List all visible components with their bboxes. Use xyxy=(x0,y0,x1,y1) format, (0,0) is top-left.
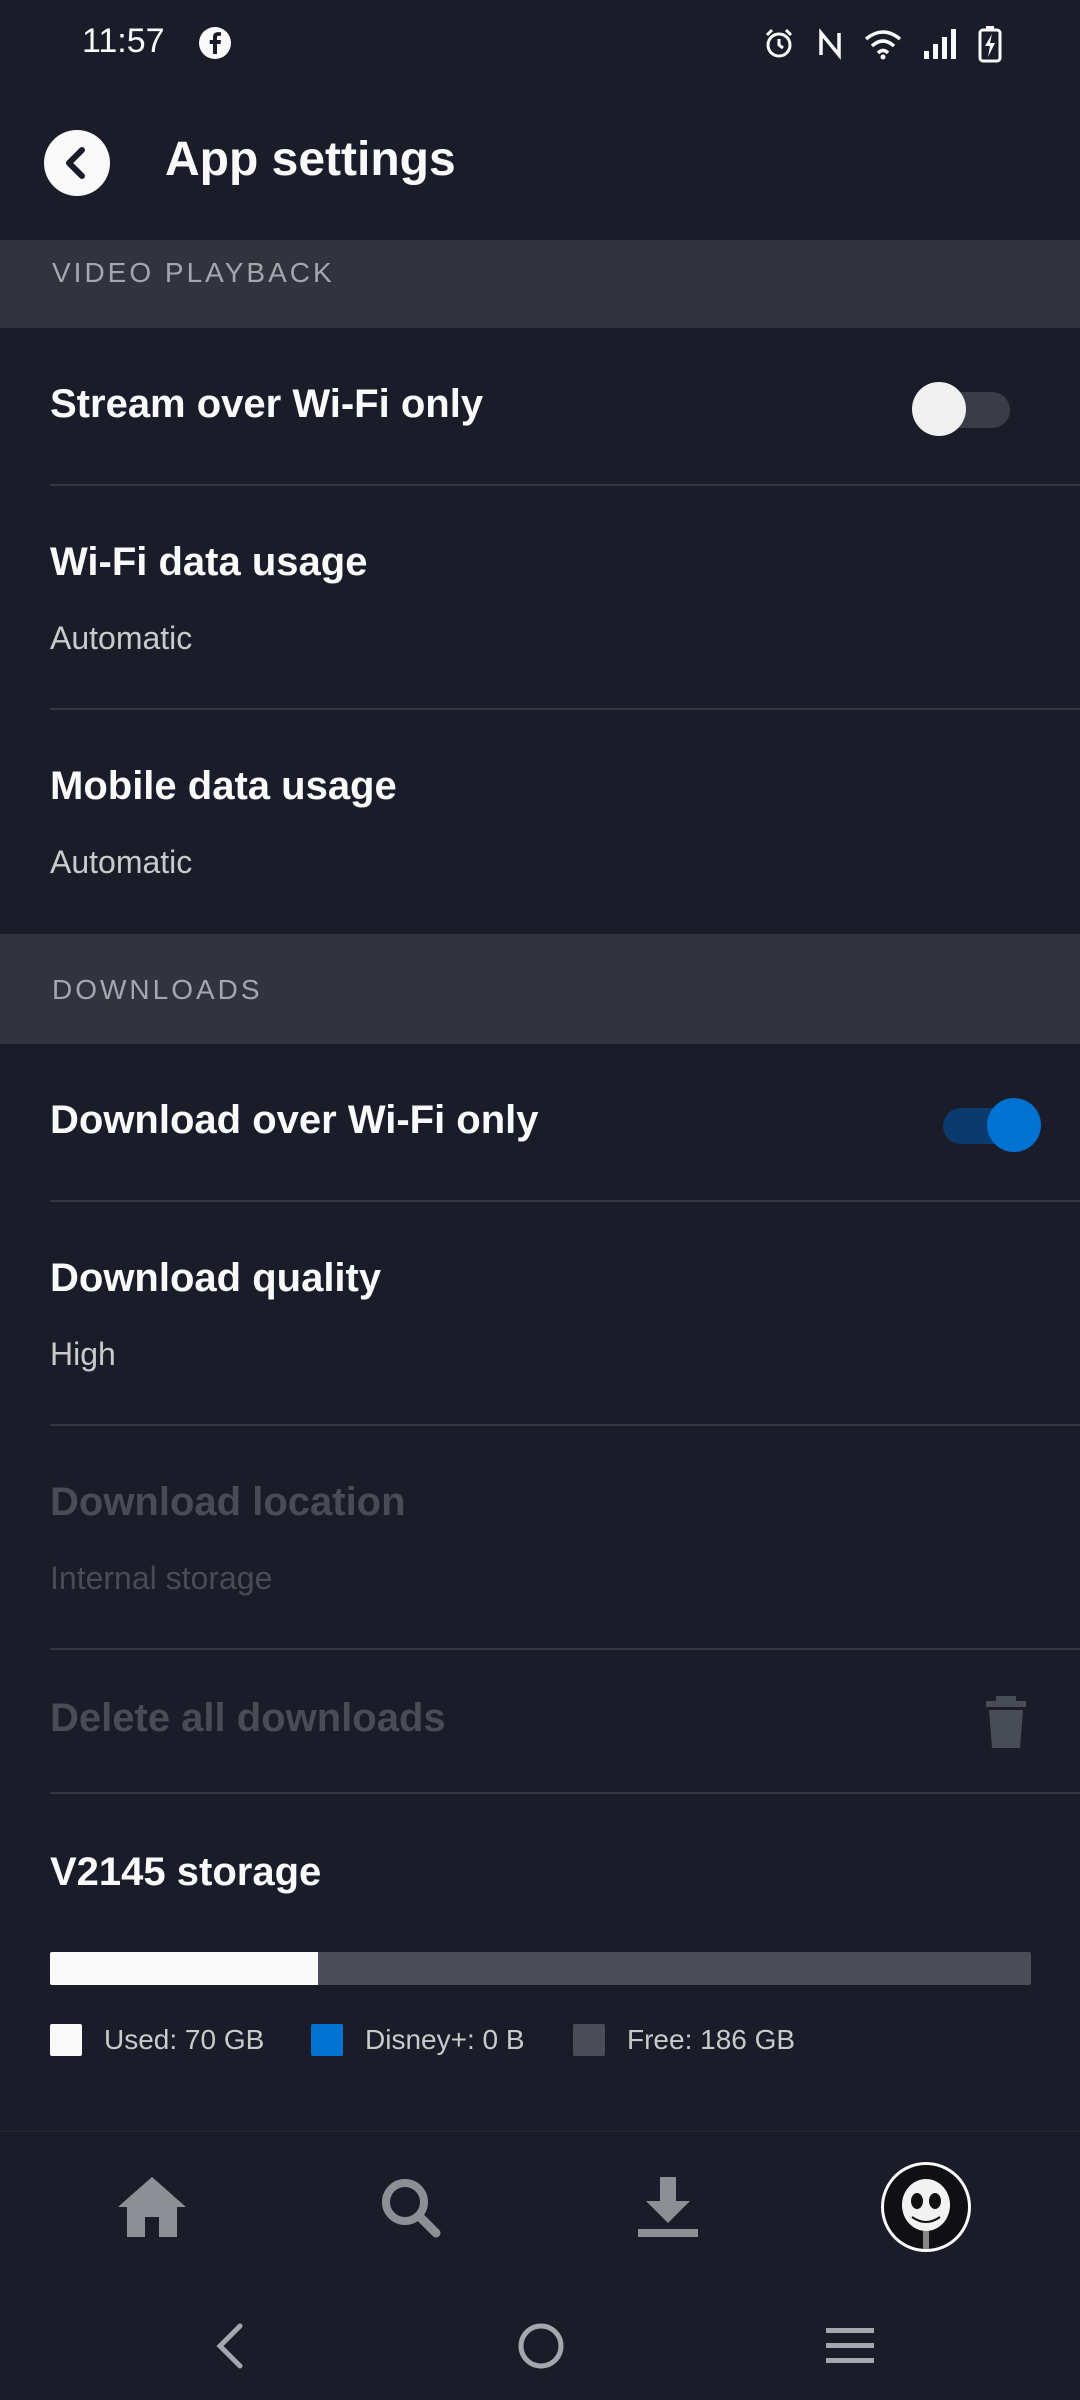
search-icon xyxy=(382,2179,441,2238)
delete-all-downloads-label: Delete all downloads xyxy=(50,1696,446,1740)
mobile-data-usage-label: Mobile data usage xyxy=(50,764,397,808)
download-location-row: Download location Internal storage xyxy=(0,1426,1080,1650)
wifi-data-usage-value: Automatic xyxy=(50,620,193,656)
status-time: 11:57 xyxy=(82,22,165,60)
nav-profile[interactable] xyxy=(881,2162,971,2252)
nfc-icon xyxy=(819,28,841,60)
status-bar: 11:57 xyxy=(0,0,1080,88)
signal-icon xyxy=(924,29,956,59)
download-quality-value: High xyxy=(50,1336,116,1372)
home-icon xyxy=(118,2177,186,2237)
nav-downloads[interactable] xyxy=(623,2162,713,2252)
toggle-knob xyxy=(912,382,966,436)
mobile-data-usage-row[interactable]: Mobile data usage Automatic xyxy=(0,710,1080,934)
delete-all-downloads-row: Delete all downloads xyxy=(0,1650,1080,1794)
system-recents-button[interactable] xyxy=(820,2316,880,2376)
legend-swatch xyxy=(50,2024,82,2056)
alarm-icon xyxy=(765,28,793,58)
legend-free: Free: 186 GB xyxy=(573,2024,795,2056)
download-location-value: Internal storage xyxy=(50,1560,273,1596)
section-label: VIDEO PLAYBACK xyxy=(52,257,335,288)
divider xyxy=(50,1792,1080,1794)
download-wifi-only-row[interactable]: Download over Wi-Fi only xyxy=(0,1044,1080,1202)
app-header: App settings xyxy=(0,88,1080,240)
system-nav-bar xyxy=(0,2282,1080,2400)
system-menu-icon xyxy=(826,2328,874,2363)
system-back-icon xyxy=(216,2323,243,2369)
storage-used-fill xyxy=(50,1952,318,1985)
legend-disney: Disney+: 0 B xyxy=(311,2024,525,2056)
legend-swatch xyxy=(311,2024,343,2056)
legend-free-label: Free: 186 GB xyxy=(627,2024,796,2055)
section-label: DOWNLOADS xyxy=(52,974,263,1005)
system-home-icon xyxy=(518,2323,564,2369)
system-back-button[interactable] xyxy=(200,2316,260,2376)
legend-used: Used: 70 GB xyxy=(50,2024,264,2056)
stream-wifi-toggle[interactable] xyxy=(912,382,1010,436)
legend-used-label: Used: 70 GB xyxy=(104,2024,265,2055)
legend-swatch xyxy=(573,2024,605,2056)
section-downloads: DOWNLOADS xyxy=(0,934,1080,1044)
battery-charging-icon xyxy=(978,26,1002,63)
download-wifi-toggle[interactable] xyxy=(943,1098,1041,1152)
chevron-left-icon xyxy=(66,147,85,179)
back-button[interactable] xyxy=(44,130,110,196)
nav-search[interactable] xyxy=(365,2162,455,2252)
wifi-data-usage-label: Wi-Fi data usage xyxy=(50,540,368,584)
stream-wifi-only-row[interactable]: Stream over Wi-Fi only xyxy=(0,328,1080,486)
mobile-data-usage-value: Automatic xyxy=(50,844,193,880)
section-video-playback: VIDEO PLAYBACK xyxy=(0,240,1080,328)
download-quality-row[interactable]: Download quality High xyxy=(0,1202,1080,1426)
trash-icon xyxy=(986,1696,1026,1748)
stream-wifi-only-label: Stream over Wi-Fi only xyxy=(50,382,484,426)
toggle-knob xyxy=(987,1098,1041,1152)
download-location-label: Download location xyxy=(50,1480,406,1524)
downloads-icon xyxy=(638,2177,698,2237)
nav-home[interactable] xyxy=(107,2162,197,2252)
avatar-image xyxy=(902,2179,950,2249)
download-wifi-only-label: Download over Wi-Fi only xyxy=(50,1098,539,1142)
wifi-icon xyxy=(864,30,902,60)
wifi-data-usage-row[interactable]: Wi-Fi data usage Automatic xyxy=(0,486,1080,710)
facebook-icon xyxy=(199,27,231,59)
storage-bar xyxy=(50,1952,1031,1985)
legend-disney-label: Disney+: 0 B xyxy=(365,2024,525,2055)
storage-title: V2145 storage xyxy=(50,1850,322,1894)
system-home-button[interactable] xyxy=(511,2316,571,2376)
profile-avatar xyxy=(881,2162,971,2252)
download-quality-label: Download quality xyxy=(50,1256,382,1300)
bottom-nav xyxy=(0,2130,1080,2284)
page-title: App settings xyxy=(165,133,456,186)
